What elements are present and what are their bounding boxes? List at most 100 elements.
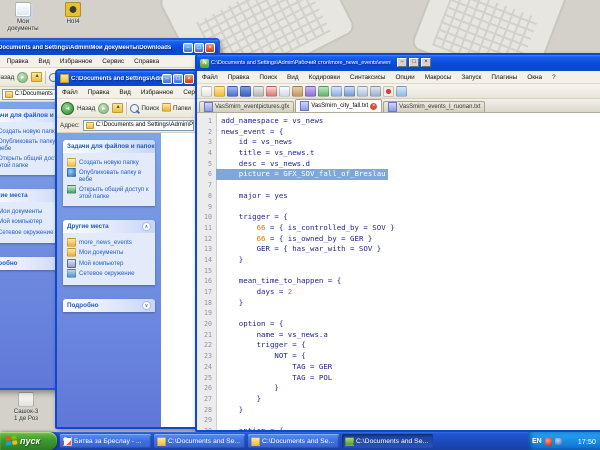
desktop-icon[interactable]: HoI4 — [52, 2, 94, 32]
menu-item[interactable]: Правка — [223, 74, 255, 81]
zoom-out-icon[interactable] — [370, 86, 381, 97]
minimize-button[interactable] — [183, 43, 193, 53]
forward-button[interactable] — [98, 103, 109, 114]
code-line: 16 mean_time_to_happen = { — [197, 273, 600, 284]
menu-item[interactable]: Вид — [33, 58, 55, 65]
taskbar-button[interactable]: C:\Documents and Se... — [154, 434, 245, 448]
menu-item[interactable]: Поиск — [254, 74, 282, 81]
places-pane-header[interactable]: Другие места — [63, 220, 155, 233]
tray-icon[interactable] — [555, 438, 562, 445]
menu-item[interactable]: Правка — [2, 58, 34, 65]
close-button[interactable] — [421, 58, 431, 67]
title-bar[interactable]: C:\Documents and Settings\Admin\Мои доку… — [0, 40, 218, 55]
menu-item[interactable]: Опции — [390, 74, 419, 81]
menu-item[interactable]: Плагины — [486, 74, 522, 81]
code-line: 15 — [197, 263, 600, 274]
taskbar-button[interactable]: Битва за Бреслау - ... — [60, 434, 151, 448]
address-input[interactable]: C:\Documents and Settings\Admin\Рабочий … — [83, 120, 194, 131]
code-editor[interactable]: 1add_namespace = vs_news 2news_event = {… — [197, 113, 600, 432]
save-all-icon[interactable] — [240, 86, 251, 97]
task-link[interactable]: Опубликовать папку в вебе — [67, 169, 151, 183]
record-macro-icon[interactable] — [383, 86, 394, 97]
back-label[interactable]: Назад — [77, 105, 95, 112]
code-line: 27 } — [197, 391, 600, 402]
tab-bar: VasSmirn_eventpictures.gfx VasSmirn_city… — [197, 99, 600, 113]
explorer-toolbar: Назад Поиск Папки — [57, 99, 197, 118]
cut-icon[interactable] — [266, 86, 277, 97]
share-icon — [67, 185, 76, 194]
menu-item[interactable]: Макросы — [420, 74, 457, 81]
back-label[interactable]: Назад — [0, 74, 14, 81]
play-macro-icon[interactable] — [396, 86, 407, 97]
language-indicator[interactable]: EN — [532, 438, 542, 445]
menu-item[interactable]: Кодировки — [304, 74, 345, 81]
menu-item[interactable]: ? — [547, 74, 561, 81]
search-button[interactable]: Поиск — [130, 104, 159, 113]
open-file-icon[interactable] — [214, 86, 225, 97]
file-list[interactable] — [161, 133, 197, 429]
menu-item[interactable]: Запуск — [456, 74, 486, 81]
menu-item[interactable]: Файл — [197, 74, 223, 81]
task-link[interactable]: Открыть общий доступ к этой папке — [67, 186, 151, 200]
desktop-file-icon[interactable]: Сашок-3 1 де Роз — [3, 392, 49, 422]
menu-item[interactable]: Вид — [282, 74, 304, 81]
task-link[interactable]: Создать новую папку — [67, 159, 151, 167]
document-tab[interactable]: VasSmirn_events_l_ruonan.txt — [383, 101, 485, 112]
new-file-icon[interactable] — [201, 86, 212, 97]
forward-button[interactable] — [17, 72, 28, 83]
folders-button[interactable]: Папки — [162, 104, 191, 112]
menu-item[interactable]: Правка — [83, 89, 115, 96]
title-bar[interactable]: C:\Documents and Settings\Admin\Рабочий … — [197, 55, 600, 71]
back-button[interactable] — [61, 102, 74, 115]
save-icon[interactable] — [227, 86, 238, 97]
maximize-button[interactable] — [173, 74, 183, 84]
place-link[interactable]: Мой компьютер — [67, 260, 151, 268]
menu-item[interactable]: Справка — [129, 58, 164, 65]
details-pane-header[interactable]: Подробно — [63, 299, 155, 312]
copy-icon[interactable] — [279, 86, 290, 97]
redo-icon[interactable] — [318, 86, 329, 97]
up-button[interactable] — [112, 103, 123, 113]
mydocs-icon — [67, 248, 76, 257]
taskbar-button[interactable]: C:\Documents and Se... — [342, 434, 433, 448]
menu-item[interactable]: Избранное — [55, 58, 97, 65]
menu-item[interactable]: Синтаксисы — [345, 74, 391, 81]
document-tab[interactable]: VasSmirn_city_fall.txt — [295, 99, 382, 112]
toolbar-separator — [126, 102, 127, 115]
place-link[interactable]: Мои документы — [67, 249, 151, 257]
replace-icon[interactable] — [344, 86, 355, 97]
tab-close-button[interactable] — [370, 103, 377, 110]
place-link[interactable]: more_news_events — [67, 239, 151, 247]
desktop-icon[interactable]: Мои документы — [2, 2, 44, 32]
document-tab[interactable]: VasSmirn_eventpictures.gfx — [199, 101, 294, 112]
zoom-in-icon[interactable] — [357, 86, 368, 97]
tray-icon[interactable] — [545, 438, 552, 445]
menu-item[interactable]: Вид — [114, 89, 136, 96]
expand-chevron-icon[interactable] — [142, 301, 151, 310]
maximize-button[interactable] — [409, 58, 419, 67]
print-icon[interactable] — [253, 86, 264, 97]
start-button[interactable]: пуск — [0, 432, 57, 450]
task-pane: Задачи для файлов и папок Создать новую … — [57, 133, 161, 429]
close-button[interactable] — [205, 43, 215, 53]
menu-item[interactable]: Окна — [522, 74, 547, 81]
maximize-button[interactable] — [194, 43, 204, 53]
menu-item[interactable]: Избранное — [136, 89, 178, 96]
up-button[interactable] — [31, 72, 42, 82]
taskbar-button[interactable]: C:\Documents and Se... — [248, 434, 339, 448]
minimize-button[interactable] — [162, 74, 172, 84]
menu-item[interactable]: Файл — [57, 89, 83, 96]
code-line: 20 option = { — [197, 316, 600, 327]
title-bar[interactable]: C:\Documents and Settings\Admin\Рабочий … — [57, 71, 197, 86]
paste-icon[interactable] — [292, 86, 303, 97]
find-icon[interactable] — [331, 86, 342, 97]
close-button[interactable] — [184, 74, 194, 84]
undo-icon[interactable] — [305, 86, 316, 97]
collapse-chevron-icon[interactable] — [142, 222, 151, 231]
menu-item[interactable]: Сервис — [97, 58, 129, 65]
minimize-button[interactable] — [397, 58, 407, 67]
collapse-chevron-icon[interactable] — [154, 142, 155, 151]
tasks-pane-header[interactable]: Задачи для файлов и папок — [63, 140, 155, 153]
code-line: 21 name = vs_news.a — [197, 327, 600, 338]
place-link[interactable]: Сетевое окружение — [67, 270, 151, 278]
